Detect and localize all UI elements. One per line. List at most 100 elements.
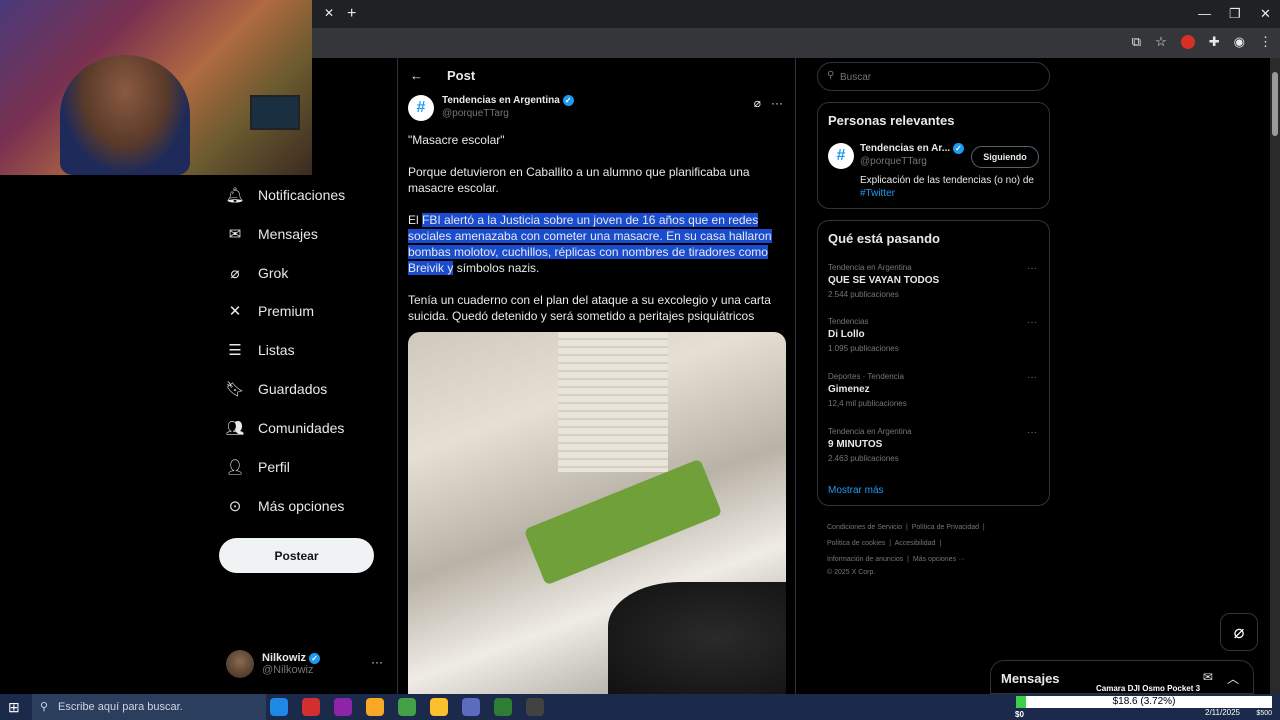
sidebar-item-mas-opciones[interactable]: ⊙ Más opciones: [226, 494, 345, 518]
minimize-button[interactable]: —: [1198, 6, 1211, 21]
trend-name: QUE SE VAYAN TODOS: [828, 275, 940, 286]
grok-floating-button[interactable]: ⌀: [1220, 613, 1258, 651]
left-sidebar: 🔔︎ Notificaciones ✉ Mensajes ⌀ Grok ✕ Pr…: [0, 175, 397, 694]
tweet-paragraph: Tenía un cuaderno con el plan del ataque…: [408, 293, 771, 323]
trend-item[interactable]: Tendencia en Argentina 9 MINUTOS 2.463 p…: [828, 427, 912, 463]
sidebar-item-notificaciones[interactable]: 🔔︎ Notificaciones: [225, 183, 345, 207]
close-window-button[interactable]: ✕: [1260, 6, 1271, 22]
microsoft-store-icon[interactable]: [430, 698, 448, 716]
scroll-thumb[interactable]: [1272, 72, 1278, 136]
chrome-icon[interactable]: [398, 698, 416, 716]
sidebar-item-comunidades[interactable]: 👥︎ Comunidades: [225, 416, 344, 440]
trend-more-icon[interactable]: ···: [1027, 372, 1037, 383]
sidebar-item-mensajes[interactable]: ✉ Mensajes: [226, 222, 318, 246]
webcam-overlay: [0, 0, 312, 175]
footer-links: Condiciones de Servicio | Política de Pr…: [827, 520, 1047, 578]
install-app-icon[interactable]: ⧉: [1132, 34, 1141, 50]
trend-item[interactable]: Tendencia en Argentina QUE SE VAYAN TODO…: [828, 263, 939, 299]
discord-icon[interactable]: [462, 698, 480, 716]
trend-more-icon[interactable]: ···: [1027, 317, 1037, 328]
footer-link[interactable]: Información de anuncios: [827, 556, 903, 563]
file-explorer-icon[interactable]: [366, 698, 384, 716]
extension-icon[interactable]: [1180, 35, 1195, 49]
tweet-author[interactable]: # Tendencias en Argentina ✓ @porqueTTarg: [408, 95, 574, 121]
tweet-paragraph: El FBI alertó a la Justicia sobre un jov…: [408, 212, 784, 276]
tab-close-button[interactable]: ✕: [324, 6, 334, 20]
post-button[interactable]: Postear: [219, 538, 374, 573]
tweet-paragraph: "Masacre escolar": [408, 133, 505, 147]
menu-kebab-icon[interactable]: ⋮: [1259, 34, 1272, 50]
list-icon: ☰: [228, 342, 242, 359]
trend-more-icon[interactable]: ···: [1027, 263, 1037, 274]
sidebar-item-label: Listas: [258, 342, 295, 358]
bio-hashtag-link[interactable]: #Twitter: [860, 188, 895, 199]
footer-link[interactable]: Condiciones de Servicio: [827, 524, 902, 531]
relevant-user-name[interactable]: Tendencias en Ar...: [860, 143, 950, 154]
donation-goal-overlay: Camara DJI Osmo Pocket 3 $18.6 (3.72%) $…: [1014, 683, 1272, 720]
footer-link[interactable]: Accesibilidad: [895, 540, 936, 547]
bookmark-star-icon[interactable]: ☆: [1155, 34, 1167, 50]
new-tab-button[interactable]: +: [347, 5, 356, 23]
edge-icon[interactable]: [270, 698, 288, 716]
windows-start-icon[interactable]: ⊞: [8, 699, 20, 716]
goal-min: $0: [1015, 710, 1024, 719]
trend-item[interactable]: Tendencias Di Lollo 1.095 publicaciones: [828, 317, 899, 353]
taskbar-search-input[interactable]: ⚲ Escribe aquí para buscar.: [32, 694, 266, 720]
trend-name: 9 MINUTOS: [828, 439, 883, 450]
trend-count: 1.095 publicaciones: [828, 344, 899, 353]
opera-gx-icon[interactable]: [334, 698, 352, 716]
bookmark-icon: 🔖︎: [225, 381, 245, 398]
sidebar-item-guardados[interactable]: 🔖︎ Guardados: [225, 377, 327, 401]
author-name[interactable]: Tendencias en Argentina: [442, 95, 560, 106]
trend-category: Deportes · Tendencia: [828, 372, 904, 381]
restore-button[interactable]: ❐: [1229, 6, 1241, 22]
author-handle[interactable]: @porqueTTarg: [442, 108, 574, 119]
sidebar-item-perfil[interactable]: 👤︎ Perfil: [225, 455, 290, 479]
tweet-more-icon[interactable]: ···: [771, 96, 783, 110]
show-more-link[interactable]: Mostrar más: [828, 485, 884, 496]
sidebar-item-label: Mensajes: [258, 226, 318, 242]
obs-icon[interactable]: [526, 698, 544, 716]
profile-icon[interactable]: ◉: [1234, 34, 1245, 50]
footer-link[interactable]: Política de cookies: [827, 540, 885, 547]
hashtag-avatar-icon[interactable]: #: [408, 95, 434, 121]
trend-count: 2.544 publicaciones: [828, 290, 899, 299]
sidebar-item-premium[interactable]: ✕ Premium: [226, 299, 314, 323]
hashtag-avatar-icon[interactable]: #: [828, 143, 854, 169]
tweet-text: "Masacre escolar" Porque detuvieron en C…: [408, 132, 784, 340]
tweet-image[interactable]: [408, 332, 786, 694]
whatsapp-icon[interactable]: [494, 698, 512, 716]
x-logo-icon: ✕: [228, 303, 242, 320]
relevant-user[interactable]: # Tendencias en Ar... ✓ @porqueTTarg: [828, 143, 964, 169]
back-arrow-icon[interactable]: ←: [410, 68, 423, 83]
trend-more-icon[interactable]: ···: [1027, 427, 1037, 438]
search-placeholder: Buscar: [840, 72, 872, 83]
image-gloved-hand: [608, 582, 786, 694]
taskbar-search-placeholder: Escribe aquí para buscar.: [58, 701, 183, 713]
search-input[interactable]: ⚲ Buscar: [817, 62, 1050, 91]
sidebar-item-label: Perfil: [258, 459, 290, 475]
opera-icon[interactable]: [302, 698, 320, 716]
trend-category: Tendencia en Argentina: [828, 427, 912, 436]
trend-item[interactable]: Deportes · Tendencia Gimenez 12,4 mil pu…: [828, 372, 907, 408]
sidebar-item-label: Grok: [258, 265, 289, 281]
tweet-paragraph: Porque detuvieron en Caballito a un alum…: [408, 165, 750, 195]
relevant-people-card: Personas relevantes # Tendencias en Ar..…: [817, 102, 1050, 209]
grok-explain-icon[interactable]: ⌀: [754, 96, 761, 110]
scrollbar[interactable]: [1270, 58, 1280, 694]
sidebar-item-label: Premium: [258, 303, 315, 319]
page-title: Post: [447, 68, 476, 83]
account-switcher[interactable]: Nilkowiz ✓ @Nilkowiz: [226, 650, 321, 678]
address-bar[interactable]: ⧉ ☆ ✚ ◉ ⋮: [312, 28, 1280, 58]
envelope-icon: ✉: [228, 226, 242, 243]
following-button[interactable]: Siguiendo: [971, 146, 1039, 168]
trend-name: Di Lollo: [828, 329, 865, 340]
trend-count: 2.463 publicaciones: [828, 454, 899, 463]
footer-link[interactable]: Política de Privacidad: [912, 524, 979, 531]
footer-link[interactable]: Más opciones ···: [913, 556, 965, 563]
sidebar-item-listas[interactable]: ☰ Listas: [226, 338, 295, 362]
sidebar-item-grok[interactable]: ⌀ Grok: [226, 261, 288, 285]
extensions-puzzle-icon[interactable]: ✚: [1209, 34, 1220, 50]
account-more-icon[interactable]: ···: [371, 655, 383, 669]
trends-card: Qué está pasando Tendencia en Argentina …: [817, 220, 1050, 506]
